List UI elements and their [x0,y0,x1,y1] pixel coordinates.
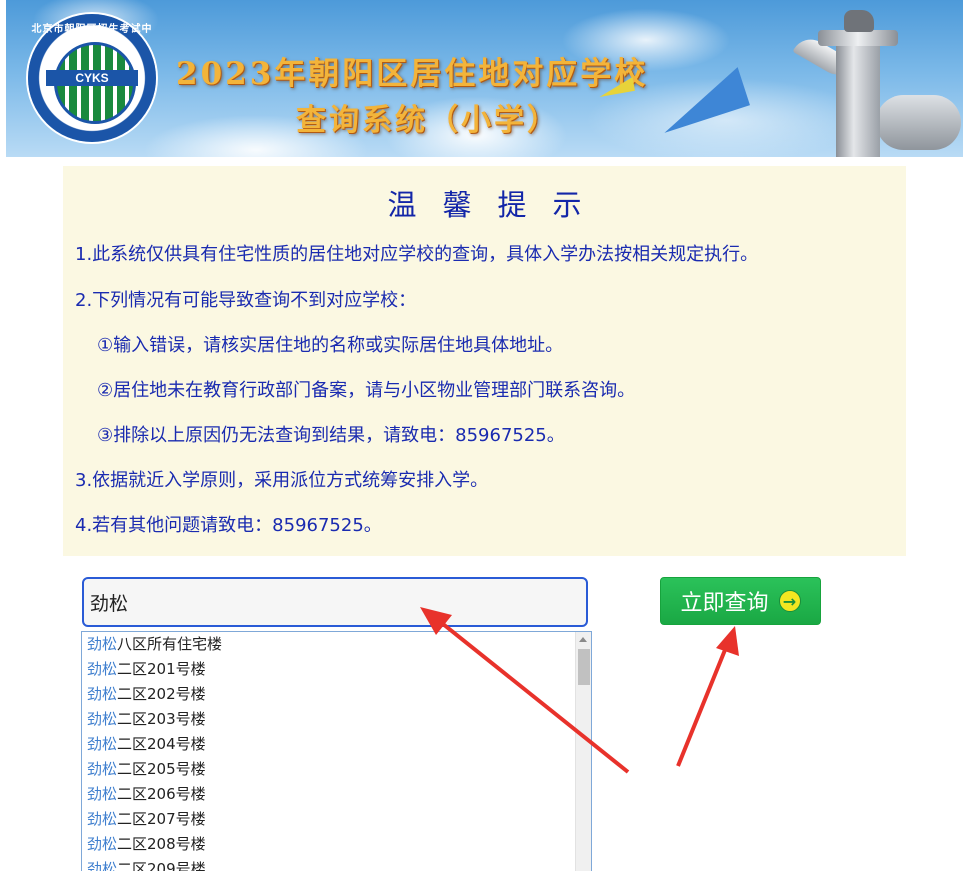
suggestion-match-text: 劲松 [87,860,118,871]
suggestion-rest-text: 二区204号楼 [117,735,206,753]
query-now-button[interactable]: 立即查询 → [660,577,821,625]
autocomplete-dropdown: 劲松八区所有住宅楼 劲松二区201号楼 劲松二区202号楼 劲松二区203号楼 劲松二区… [81,631,592,871]
suggestion-item[interactable]: 劲松二区204号楼 [82,732,576,757]
suggestion-match-text: 劲松 [87,635,118,653]
suggestion-rest-text: 八区所有住宅楼 [117,635,223,653]
scroll-thumb[interactable] [578,649,590,685]
pillar-beast-icon [844,10,874,32]
pillar-cap [818,30,898,46]
query-now-label: 立即查询 [680,591,769,616]
notice-line-3: 3.依据就近入学原则，采用派位方式统筹安排入学。 [75,470,489,491]
logo-abbr: CYKS [46,70,138,86]
suggestion-rest-text: 二区207号楼 [117,810,206,828]
scroll-up-arrow-icon[interactable] [579,637,587,642]
suggestion-rest-text: 二区209号楼 [117,860,206,871]
paper-plane-icon [652,67,750,133]
suggestion-match-text: 劲松 [87,685,118,703]
suggestion-match-text: 劲松 [87,760,118,778]
suggestion-list: 劲松八区所有住宅楼 劲松二区201号楼 劲松二区202号楼 劲松二区203号楼 劲松二区… [82,632,576,871]
huabiao-pillar-icon [836,40,880,157]
suggestion-match-text: 劲松 [87,710,118,728]
notice-line-1: 1.此系统仅供具有住宅性质的居住地对应学校的查询，具体入学办法按相关规定执行。 [75,244,759,265]
suggestion-item[interactable]: 劲松二区202号楼 [82,682,576,707]
banner-title-line2: 查询系统（小学） [296,103,560,138]
header-banner: 北京市朝阳区招生考试中心 CYKS 2023年朝阳区居住地对应学校 查询系统（小… [6,0,963,157]
suggestion-match-text: 劲松 [87,810,118,828]
suggestion-rest-text: 二区203号楼 [117,710,206,728]
suggestion-rest-text: 二区206号楼 [117,785,206,803]
notice-title: 温馨提示 [387,188,608,222]
notice-line-2a: ①输入错误，请核实居住地的名称或实际居住地具体地址。 [97,335,564,356]
suggestion-item[interactable]: 劲松八区所有住宅楼 [82,632,576,657]
cyks-logo: 北京市朝阳区招生考试中心 CYKS [28,14,156,142]
suggestion-rest-text: 二区201号楼 [117,660,206,678]
suggestion-match-text: 劲松 [87,785,118,803]
suggestion-rest-text: 二区202号楼 [117,685,206,703]
suggestion-rest-text: 二区208号楼 [117,835,206,853]
suggestion-item[interactable]: 劲松二区207号楼 [82,807,576,832]
banner-title-line1: 2023年朝阳区居住地对应学校 [176,56,649,92]
notice-panel: 温馨提示 1.此系统仅供具有住宅性质的居住地对应学校的查询，具体入学办法按相关规… [63,166,906,556]
address-search-input[interactable] [82,577,588,627]
notice-line-4: 4.若有其他问题请致电：85967525。 [75,515,382,536]
notice-line-2b: ②居住地未在教育行政部门备案，请与小区物业管理部门联系咨询。 [97,380,636,401]
suggestion-item[interactable]: 劲松二区201号楼 [82,657,576,682]
suggestion-item[interactable]: 劲松二区205号楼 [82,757,576,782]
dropdown-scrollbar[interactable] [575,632,591,871]
cloud-ornament [876,95,961,150]
suggestion-match-text: 劲松 [87,735,118,753]
notice-line-2: 2.下列情况有可能导致查询不到对应学校： [75,290,417,311]
red-arrow-to-button-icon [676,626,739,767]
suggestion-rest-text: 二区205号楼 [117,760,206,778]
suggestion-match-text: 劲松 [87,835,118,853]
arrow-right-circle-icon: → [778,590,801,612]
suggestion-item[interactable]: 劲松二区203号楼 [82,707,576,732]
notice-line-2c: ③排除以上原因仍无法查询到结果，请致电：85967525。 [97,425,565,446]
suggestion-match-text: 劲松 [87,660,118,678]
suggestion-item[interactable]: 劲松二区206号楼 [82,782,576,807]
suggestion-item[interactable]: 劲松二区208号楼 [82,832,576,857]
suggestion-item[interactable]: 劲松二区209号楼 [82,857,576,871]
